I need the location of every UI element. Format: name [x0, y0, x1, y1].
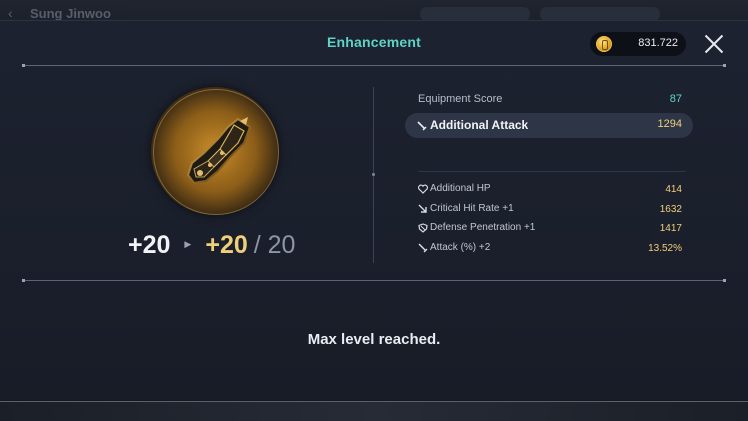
stats-divider — [418, 171, 686, 172]
next-level: +20 — [205, 231, 248, 259]
heart-icon — [418, 184, 428, 194]
current-level: +20 — [128, 231, 171, 259]
arrow-right-icon: ▶ — [184, 239, 192, 249]
background-count-pill — [420, 7, 530, 21]
crit-arrow-icon — [418, 204, 427, 213]
equipment-score-label: Equipment Score — [418, 93, 503, 105]
header-divider — [22, 64, 726, 67]
sub-stat-label: Additional HP — [430, 183, 491, 194]
sub-stat-label: Critical Hit Rate +1 — [430, 203, 514, 214]
main-stat-value: 1294 — [657, 118, 682, 130]
background-title: Sung Jinwoo — [30, 6, 111, 21]
sub-stat-value: 13.52% — [648, 243, 682, 254]
sub-stat-value: 414 — [665, 184, 682, 195]
main-stat-label: Additional Attack — [430, 118, 529, 132]
currency-display: 831.722 — [590, 32, 686, 56]
gold-coin-icon — [596, 36, 612, 52]
shield-pierce-icon — [418, 223, 428, 233]
currency-amount: 831.722 — [638, 37, 678, 49]
enhancement-modal: Enhancement 831.722 +20 ▶ +20 / 20 Equip… — [0, 20, 748, 400]
back-arrow-icon: ‹ — [8, 5, 13, 21]
enhancement-level: +20 ▶ +20 / 20 — [128, 231, 295, 265]
sword-icon — [417, 121, 427, 131]
sub-stat-label: Attack (%) +2 — [430, 242, 491, 253]
close-icon[interactable] — [703, 33, 725, 55]
sub-stat-label: Defense Penetration +1 — [430, 222, 536, 233]
max-level: / 20 — [253, 231, 296, 259]
max-level-message: Max level reached. — [307, 331, 441, 348]
sub-stat-value: 1417 — [659, 223, 682, 234]
content-divider — [22, 279, 726, 282]
divider-dot — [372, 173, 375, 176]
gauntlet-icon — [186, 117, 252, 185]
background-currency-pill — [540, 7, 660, 21]
sword-icon — [418, 243, 428, 253]
equipment-score-value: 87 — [669, 93, 682, 105]
background-bottom-strip — [0, 402, 748, 421]
sub-stat-value: 1632 — [659, 204, 682, 215]
